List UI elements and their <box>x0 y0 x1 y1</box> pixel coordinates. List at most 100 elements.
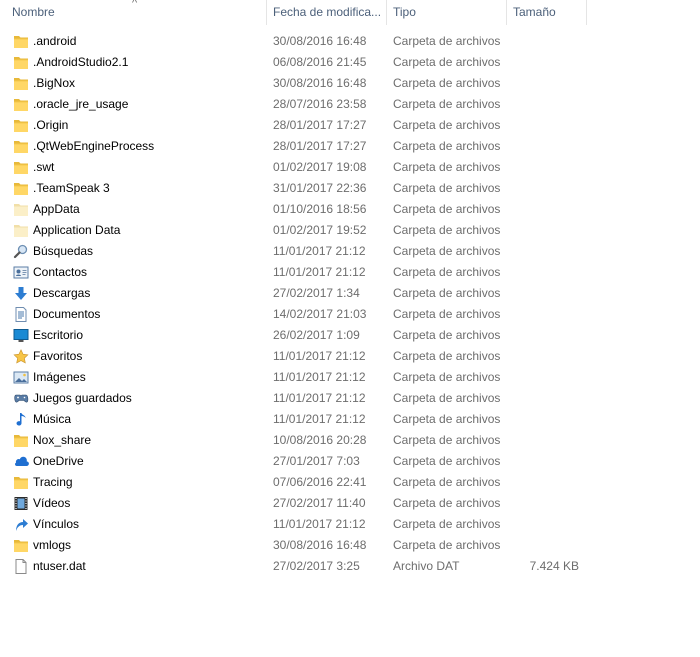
desktop-icon <box>13 328 29 343</box>
item-date: 11/01/2017 21:12 <box>273 244 366 258</box>
list-item[interactable]: AppData 01/10/2016 18:56 Carpeta de archiv… <box>0 199 700 220</box>
list-item[interactable]: Vídeos 27/02/2017 11:40 Carpeta de archivo… <box>0 493 700 514</box>
list-item[interactable]: .BigNox 30/08/2016 16:48 Carpeta de archiv… <box>0 73 700 94</box>
music-icon <box>13 412 29 427</box>
item-name: Vídeos <box>33 496 71 510</box>
videos-icon <box>13 496 29 511</box>
list-item[interactable]: .android 30/08/2016 16:48 Carpeta de archi… <box>0 31 700 52</box>
column-resize-handle[interactable] <box>586 0 587 25</box>
column-header-size-label: Tamaño <box>513 5 556 19</box>
item-date: 11/01/2017 21:12 <box>273 391 366 405</box>
item-type: Carpeta de archivos <box>393 517 501 531</box>
folder-icon <box>13 475 29 490</box>
item-date: 01/02/2017 19:52 <box>273 223 367 237</box>
list-item[interactable]: .swt 01/02/2017 19:08 Carpeta de archivos <box>0 157 700 178</box>
list-item[interactable]: ntuser.dat 27/02/2017 3:25 Archivo DAT 7.42… <box>0 556 700 577</box>
item-name: Favoritos <box>33 349 83 363</box>
item-name: AppData <box>33 202 80 216</box>
list-item[interactable]: .QtWebEngineProcess 28/01/2017 17:27 Carpe… <box>0 136 700 157</box>
list-item[interactable]: Escritorio 26/02/2017 1:09 Carpeta de arch… <box>0 325 700 346</box>
onedrive-icon <box>13 454 29 469</box>
list-item[interactable]: Documentos 14/02/2017 21:03 Carpeta de arc… <box>0 304 700 325</box>
item-type: Carpeta de archivos <box>393 97 501 111</box>
item-name: Nox_share <box>33 433 92 447</box>
item-name: Juegos guardados <box>33 391 132 405</box>
item-date: 06/08/2016 21:45 <box>273 55 367 69</box>
hidden-folder-icon <box>13 202 29 217</box>
documents-icon <box>13 307 29 322</box>
list-item[interactable]: vmlogs 30/08/2016 16:48 Carpeta de archivo… <box>0 535 700 556</box>
item-name: Vínculos <box>33 517 80 531</box>
list-item[interactable]: OneDrive 27/01/2017 7:03 Carpeta de archiv… <box>0 451 700 472</box>
list-item[interactable]: Tracing 07/06/2016 22:41 Carpeta de archiv… <box>0 472 700 493</box>
item-name: vmlogs <box>33 538 72 552</box>
item-type: Carpeta de archivos <box>393 76 501 90</box>
column-header-type[interactable]: Tipo <box>387 0 507 25</box>
item-type: Carpeta de archivos <box>393 475 501 489</box>
file-icon <box>13 559 29 574</box>
list-item[interactable]: Contactos 11/01/2017 21:12 Carpeta de arch… <box>0 262 700 283</box>
column-header-name[interactable]: Nombre ^ <box>0 0 267 25</box>
folder-icon <box>13 97 29 112</box>
item-type: Carpeta de archivos <box>393 538 501 552</box>
list-item[interactable]: Música 11/01/2017 21:12 Carpeta de archivo… <box>0 409 700 430</box>
item-type: Carpeta de archivos <box>393 328 501 342</box>
list-item[interactable]: Imágenes 11/01/2017 21:12 Carpeta de archi… <box>0 367 700 388</box>
item-date: 28/01/2017 17:27 <box>273 118 367 132</box>
list-item[interactable]: Búsquedas 11/01/2017 21:12 Carpeta de arch… <box>0 241 700 262</box>
item-name: .oracle_jre_usage <box>33 97 129 111</box>
item-date: 27/01/2017 7:03 <box>273 454 360 468</box>
item-name: Descargas <box>33 286 91 300</box>
file-list: .android 30/08/2016 16:48 Carpeta de archi… <box>0 31 700 577</box>
list-item[interactable]: Descargas 27/02/2017 1:34 Carpeta de archi… <box>0 283 700 304</box>
column-header-date[interactable]: Fecha de modifica... <box>267 0 387 25</box>
item-name: .Origin <box>33 118 69 132</box>
item-type: Carpeta de archivos <box>393 55 501 69</box>
list-item[interactable]: .oracle_jre_usage 28/07/2016 23:58 Carpeta… <box>0 94 700 115</box>
folder-icon <box>13 433 29 448</box>
column-header-date-label: Fecha de modifica... <box>273 5 382 19</box>
item-date: 26/02/2017 1:09 <box>273 328 360 342</box>
item-date: 31/01/2017 22:36 <box>273 181 367 195</box>
item-date: 27/02/2017 11:40 <box>273 496 366 510</box>
list-item[interactable]: .Origin 28/01/2017 17:27 Carpeta de archiv… <box>0 115 700 136</box>
item-date: 30/08/2016 16:48 <box>273 76 367 90</box>
item-name: Tracing <box>33 475 73 489</box>
item-size: 7.424 KB <box>529 559 579 573</box>
item-date: 01/02/2017 19:08 <box>273 160 367 174</box>
item-date: 30/08/2016 16:48 <box>273 34 367 48</box>
item-date: 01/10/2016 18:56 <box>273 202 367 216</box>
item-name: OneDrive <box>33 454 84 468</box>
column-header-size[interactable]: Tamaño <box>507 0 587 25</box>
item-name: ntuser.dat <box>33 559 86 573</box>
item-type: Carpeta de archivos <box>393 160 501 174</box>
item-type: Carpeta de archivos <box>393 223 501 237</box>
item-type: Carpeta de archivos <box>393 34 501 48</box>
item-date: 14/02/2017 21:03 <box>273 307 367 321</box>
list-item[interactable]: .AndroidStudio2.1 06/08/2016 21:45 Carpeta… <box>0 52 700 73</box>
list-item[interactable]: Vínculos 11/01/2017 21:12 Carpeta de archi… <box>0 514 700 535</box>
list-item[interactable]: Nox_share 10/08/2016 20:28 Carpeta de arch… <box>0 430 700 451</box>
column-header-bar: Nombre ^ Fecha de modifica... Tipo Tamañ… <box>0 0 700 26</box>
folder-icon <box>13 34 29 49</box>
list-item[interactable]: Application Data 01/02/2017 19:52 Carpeta … <box>0 220 700 241</box>
item-name: Application Data <box>33 223 121 237</box>
favorites-icon <box>13 349 29 364</box>
folder-icon <box>13 118 29 133</box>
hidden-folder-icon <box>13 223 29 238</box>
item-date: 11/01/2017 21:12 <box>273 412 366 426</box>
pictures-icon <box>13 370 29 385</box>
list-item[interactable]: .TeamSpeak 3 31/01/2017 22:36 Carpeta de a… <box>0 178 700 199</box>
item-date: 11/01/2017 21:12 <box>273 370 366 384</box>
folder-icon <box>13 181 29 196</box>
column-header-name-label: Nombre <box>12 5 55 19</box>
list-item[interactable]: Juegos guardados 11/01/2017 21:12 Carpeta … <box>0 388 700 409</box>
folder-icon <box>13 76 29 91</box>
item-date: 28/01/2017 17:27 <box>273 139 367 153</box>
item-name: .swt <box>33 160 55 174</box>
item-type: Carpeta de archivos <box>393 202 501 216</box>
item-name: Documentos <box>33 307 101 321</box>
item-type: Carpeta de archivos <box>393 496 501 510</box>
links-icon <box>13 517 29 532</box>
list-item[interactable]: Favoritos 11/01/2017 21:12 Carpeta de arch… <box>0 346 700 367</box>
